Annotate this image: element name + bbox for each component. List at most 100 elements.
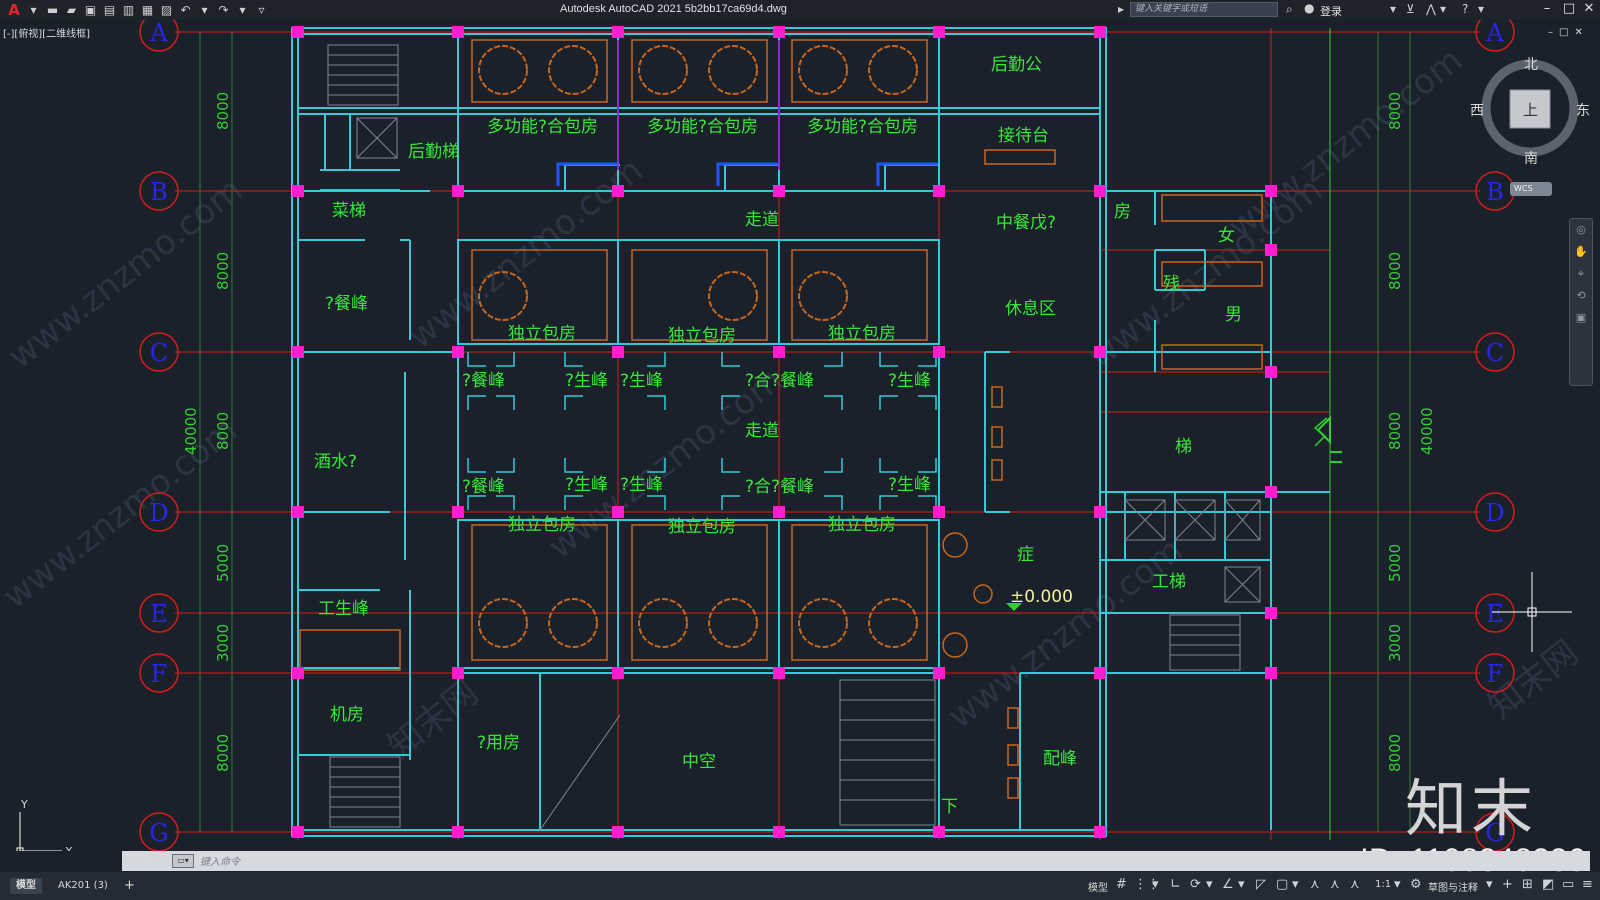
room-label: 房 bbox=[1114, 202, 1131, 222]
save-icon[interactable]: ▣ bbox=[81, 3, 100, 17]
search-icon[interactable]: ⌕ bbox=[1286, 2, 1293, 17]
minimize-icon[interactable]: – bbox=[1536, 1, 1558, 16]
plot-icon[interactable]: ▨ bbox=[157, 3, 176, 17]
orbit-icon[interactable]: ⟲ bbox=[1570, 285, 1592, 307]
dimension-text: 5000 bbox=[214, 544, 232, 582]
dimension-total-text: 40000 bbox=[182, 407, 200, 455]
status-bar bbox=[0, 872, 1600, 900]
clean-screen-icon[interactable]: ▭ bbox=[1562, 877, 1574, 892]
drawing-canvas[interactable]: www.znzmo.com www.znzmo.com www.znzmo.co… bbox=[0, 20, 1600, 851]
scale-dropdown-icon[interactable]: ▾ bbox=[1394, 877, 1401, 892]
polar-icon[interactable]: ⟳ bbox=[1190, 877, 1201, 892]
login-dropdown-icon[interactable]: ▾ bbox=[1390, 2, 1396, 16]
tab-model[interactable]: 模型 bbox=[10, 878, 42, 894]
room-label: ?餐峰 bbox=[325, 294, 368, 314]
viewcube-top-face[interactable]: 上 bbox=[1523, 99, 1538, 120]
room-label: 工生峰 bbox=[318, 599, 369, 619]
a360-icon[interactable]: ⋀ bbox=[1426, 2, 1436, 16]
viewcube-west[interactable]: 西 bbox=[1470, 100, 1484, 120]
viewcube-south[interactable]: 南 bbox=[1524, 148, 1538, 168]
room-label: ?生峰 bbox=[620, 475, 663, 495]
model-space-button[interactable]: 模型 bbox=[1088, 879, 1108, 894]
dimension-text: 3000 bbox=[214, 624, 232, 662]
redo-icon[interactable]: ↷ bbox=[214, 3, 233, 17]
wcs-menu[interactable]: WCS bbox=[1510, 182, 1552, 196]
showmotion-icon[interactable]: ▣ bbox=[1570, 307, 1592, 329]
pan-icon[interactable]: ✋ bbox=[1570, 241, 1592, 263]
command-input[interactable]: 键入命令 bbox=[200, 853, 240, 868]
room-label: 工梯 bbox=[1152, 572, 1186, 592]
watermark-text: www.znzmo.com bbox=[0, 410, 245, 617]
grid-bubble-label: B bbox=[1486, 178, 1504, 206]
new-icon[interactable]: ▬ bbox=[43, 3, 62, 17]
room-label: 配峰 bbox=[1043, 749, 1077, 769]
annotation-scale[interactable]: 1:1 bbox=[1375, 879, 1391, 890]
units-icon[interactable]: ⊞ bbox=[1522, 877, 1533, 892]
grid-bubble-label: D bbox=[149, 499, 168, 527]
redo-dropdown-icon[interactable]: ▾ bbox=[233, 3, 252, 17]
navigation-bar: ◎ ✋ ⌖ ⟲ ▣ bbox=[1569, 218, 1593, 386]
undo-dropdown-icon[interactable]: ▾ bbox=[195, 3, 214, 17]
viewcube-north[interactable]: 北 bbox=[1524, 54, 1538, 74]
customize-wrench-icon[interactable]: 🔧︎ bbox=[152, 854, 166, 867]
help-dropdown-icon[interactable]: ▾ bbox=[1478, 2, 1484, 16]
polar-dropdown-icon[interactable]: ▾ bbox=[1206, 877, 1213, 892]
app-menu-chevron-icon[interactable]: ▾ bbox=[24, 3, 43, 17]
app-menu-button[interactable]: A bbox=[4, 1, 24, 19]
room-label: 症 bbox=[1017, 545, 1034, 565]
grid-icon[interactable]: # bbox=[1116, 877, 1127, 892]
object-snap-icon[interactable]: ◸ bbox=[1256, 877, 1266, 892]
ortho-icon[interactable]: ∟ bbox=[1170, 877, 1181, 892]
open-web-icon[interactable]: ▥ bbox=[119, 3, 138, 17]
help-icon[interactable]: ? bbox=[1462, 2, 1468, 16]
steering-wheel-icon[interactable]: ◎ bbox=[1570, 219, 1592, 241]
customization-menu-icon[interactable]: ≡ bbox=[1582, 877, 1593, 892]
command-line[interactable] bbox=[122, 851, 1590, 871]
add-icon[interactable]: + bbox=[1502, 877, 1513, 892]
room-label: 独立包房 bbox=[668, 517, 736, 537]
workspace-dropdown-icon[interactable]: ▾ bbox=[1486, 877, 1493, 892]
login-link[interactable]: 登录 bbox=[1320, 3, 1342, 19]
customize-icon[interactable]: ▿ bbox=[252, 3, 271, 17]
room-label: ?生峰 bbox=[620, 371, 663, 391]
zoom-icon[interactable]: ⌖ bbox=[1570, 263, 1592, 285]
selection-dropdown-icon[interactable]: ▾ bbox=[1292, 877, 1299, 892]
snap-dropdown-icon[interactable]: ▾ bbox=[1152, 877, 1159, 892]
dimension-text: 8000 bbox=[1386, 734, 1404, 772]
open-icon[interactable]: ▰ bbox=[62, 3, 81, 17]
osnap-tracking-icon[interactable]: ∠ bbox=[1222, 877, 1234, 892]
add-layout-button[interactable]: + bbox=[118, 878, 141, 894]
save-web-icon[interactable]: ▦ bbox=[138, 3, 157, 17]
grid-bubble-label: A bbox=[1485, 20, 1504, 47]
cart-icon[interactable]: ⊻ bbox=[1406, 2, 1415, 16]
watermark-text: www.znzmo.com bbox=[941, 530, 1190, 737]
viewcube-east[interactable]: 东 bbox=[1576, 100, 1590, 120]
close-icon[interactable]: ✕ bbox=[1578, 1, 1600, 16]
watermark-text: www.znzmo.com bbox=[1221, 40, 1470, 247]
command-line-grip-icon[interactable]: ⁞ bbox=[124, 853, 128, 867]
room-label: ?合?餐峰 bbox=[745, 477, 814, 497]
command-line-close-icon[interactable]: ✕ bbox=[134, 855, 143, 868]
osnap-dropdown-icon[interactable]: ▾ bbox=[1238, 877, 1245, 892]
annotation-scale-icon[interactable]: ⋏ bbox=[1350, 877, 1360, 892]
room-label: 独立包房 bbox=[828, 515, 896, 535]
room-label: 后勤梯 bbox=[408, 142, 459, 162]
viewcube[interactable]: 北 南 西 东 上 bbox=[1470, 52, 1590, 172]
user-icon[interactable]: ● bbox=[1304, 1, 1314, 15]
room-label: 女 bbox=[1218, 226, 1235, 246]
selection-cycling-icon[interactable]: ▢ bbox=[1276, 877, 1288, 892]
search-input[interactable]: 键入关键字或短语 bbox=[1130, 2, 1278, 17]
tab-layout[interactable]: AK201 (3) bbox=[52, 878, 114, 894]
annotation-visibility-icon[interactable]: ⋏ bbox=[1310, 877, 1320, 892]
recent-commands-icon[interactable]: ▭▾ bbox=[172, 854, 194, 868]
saveas-icon[interactable]: ▤ bbox=[100, 3, 119, 17]
workspace-switch[interactable]: 草图与注释 bbox=[1428, 879, 1478, 894]
workspace-gear-icon[interactable]: ⚙ bbox=[1410, 877, 1422, 892]
undo-icon[interactable]: ↶ bbox=[176, 3, 195, 17]
grid-bubble-label: F bbox=[151, 660, 168, 688]
search-expand-icon[interactable]: ▸ bbox=[1118, 2, 1124, 16]
isolate-objects-icon[interactable]: ◩ bbox=[1542, 877, 1554, 892]
maximize-icon[interactable]: □ bbox=[1558, 1, 1580, 16]
a360-dropdown-icon[interactable]: ▾ bbox=[1440, 2, 1446, 16]
auto-scale-icon[interactable]: ⋏ bbox=[1330, 877, 1340, 892]
